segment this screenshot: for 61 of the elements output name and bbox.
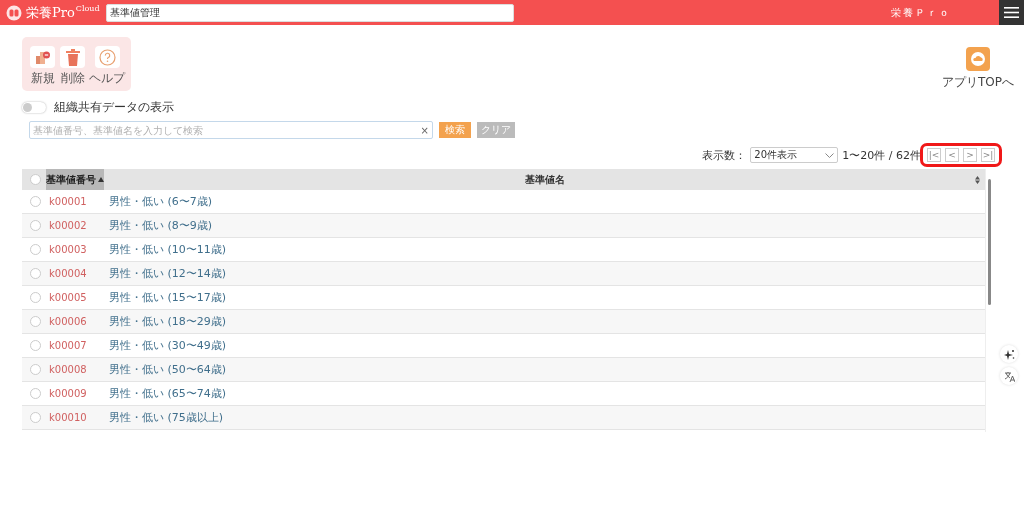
name-link[interactable]: 男性・低い (8〜9歳) [109, 218, 213, 233]
search-field[interactable]: 基準値番号、基準値名を入力して検索 × [29, 121, 433, 139]
row-radio[interactable] [30, 292, 41, 303]
code-link[interactable]: k00004 [46, 268, 109, 279]
pager-button[interactable]: >| [981, 148, 995, 162]
name-link[interactable]: 男性・低い (50〜64歳) [109, 362, 227, 377]
pager-button[interactable]: > [963, 148, 977, 162]
sparkle-button[interactable] [1000, 345, 1018, 363]
code-link[interactable]: k00006 [46, 316, 109, 327]
app-top-button[interactable]: アプリTOPへ [942, 47, 1014, 91]
app-name: 栄養Ｐｒｏ [891, 5, 951, 20]
name-link[interactable]: 男性・低い (18〜29歳) [109, 314, 227, 329]
menu-button[interactable] [999, 0, 1024, 25]
chevron-down-icon [825, 152, 835, 158]
shared-data-toggle[interactable] [22, 102, 46, 113]
row-radio[interactable] [30, 196, 41, 207]
range-text: 1〜20件 / 62件 [842, 147, 921, 163]
pager-button[interactable]: |< [927, 148, 941, 162]
row-radio[interactable] [30, 220, 41, 231]
code-link[interactable]: k00001 [46, 196, 109, 207]
code-link[interactable]: k00008 [46, 364, 109, 375]
code-link[interactable]: k00010 [46, 412, 109, 423]
trash-icon [65, 48, 80, 66]
logo-icon [6, 4, 22, 21]
pager-button[interactable]: < [945, 148, 959, 162]
name-link[interactable]: 男性・低い (15〜17歳) [109, 290, 227, 305]
code-link[interactable]: k00005 [46, 292, 109, 303]
name-link[interactable]: 男性・低い (10〜11歳) [109, 242, 227, 257]
row-radio[interactable] [30, 364, 41, 375]
row-radio[interactable] [30, 316, 41, 327]
code-link[interactable]: k00007 [46, 340, 109, 351]
name-link[interactable]: 男性・低い (30〜49歳) [109, 338, 227, 353]
title-field[interactable]: 基準値管理 [105, 3, 514, 22]
code-link[interactable]: k00009 [46, 388, 109, 399]
blocks-plus-icon [34, 49, 51, 65]
code-link[interactable]: k00002 [46, 220, 109, 231]
name-link[interactable]: 男性・低い (65〜74歳) [109, 386, 227, 401]
name-column-header[interactable]: 基準値名 [104, 169, 986, 190]
row-radio[interactable] [30, 244, 41, 255]
help-icon [98, 48, 116, 66]
code-link[interactable]: k00003 [46, 244, 109, 255]
row-radio[interactable] [30, 268, 41, 279]
translate-icon [1003, 370, 1015, 382]
clear-input-button[interactable]: × [420, 124, 429, 136]
cloud-app-icon [966, 47, 990, 71]
row-radio[interactable] [30, 388, 41, 399]
toggle-label: 組織共有データの表示 [54, 99, 174, 116]
per-page-select[interactable]: 20件表示 [750, 147, 839, 163]
select-all-radio[interactable] [30, 174, 41, 185]
name-link[interactable]: 男性・低い (6〜7歳) [109, 194, 213, 209]
row-radio[interactable] [30, 412, 41, 423]
translate-button[interactable] [1000, 367, 1018, 385]
name-link[interactable]: 男性・低い (12〜14歳) [109, 266, 227, 281]
row-radio[interactable] [30, 340, 41, 351]
per-page-label: 表示数： [702, 147, 747, 163]
code-column-header[interactable]: 基準値番号 [46, 169, 104, 190]
sparkle-icon [1003, 348, 1015, 360]
help-tool-button[interactable]: ヘルプ [89, 46, 125, 85]
name-link[interactable]: 男性・低い (75歳以上) [109, 410, 224, 425]
menu-icon [1004, 7, 1019, 18]
scrollbar[interactable] [985, 169, 994, 432]
